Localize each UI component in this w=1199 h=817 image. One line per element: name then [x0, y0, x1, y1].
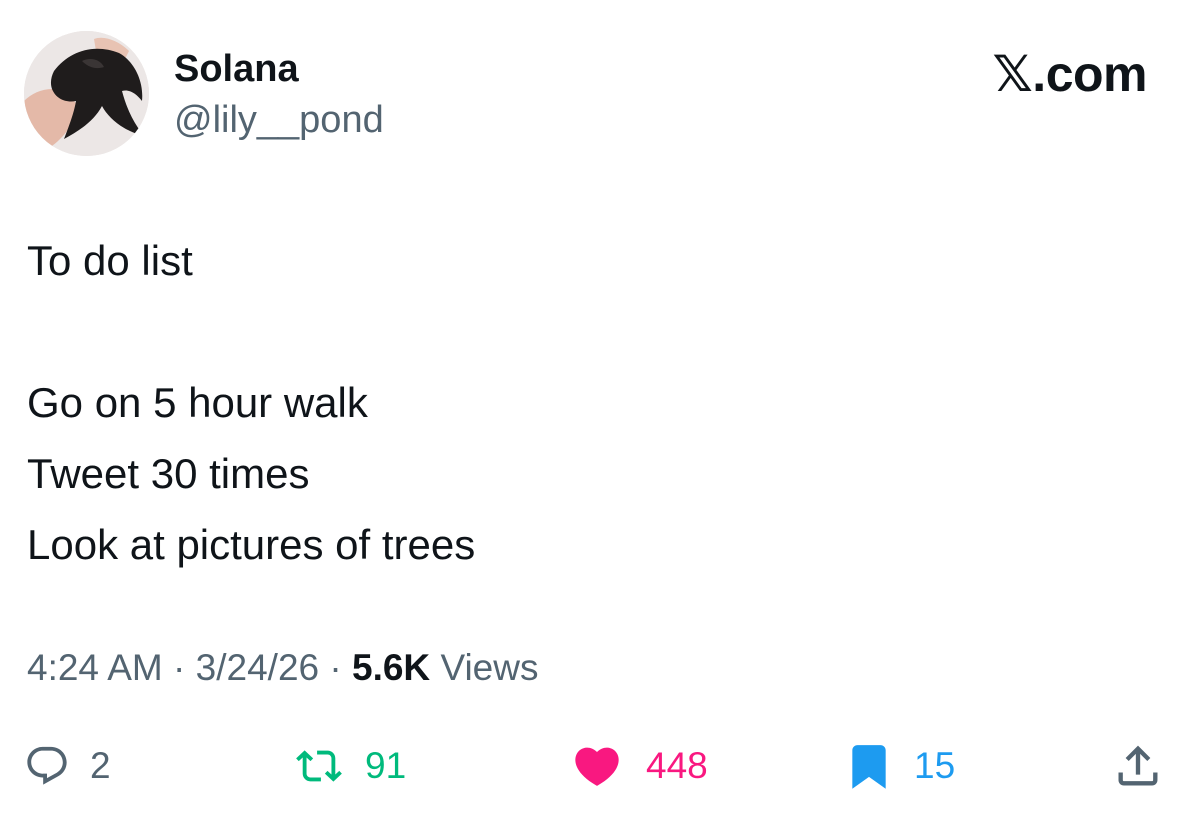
tweet-line: To do list [27, 237, 193, 284]
share-icon [1118, 745, 1158, 786]
tweet-date[interactable]: 3/24/26 [196, 647, 319, 688]
share-button[interactable] [1112, 735, 1164, 797]
tweet-line [27, 296, 475, 367]
heart-icon [575, 747, 619, 786]
tweet-line: Look at pictures of trees [27, 521, 476, 568]
tweet-line: Tweet 30 times [27, 450, 310, 497]
like-button[interactable]: 448 [568, 735, 708, 797]
retweet-count: 91 [365, 745, 407, 786]
tweet-actions: 2 91 448 15 [0, 735, 1199, 797]
retweet-button[interactable]: 91 [293, 735, 406, 797]
bookmark-count: 15 [914, 745, 956, 786]
meta-separator: · [329, 647, 342, 688]
retweet-icon [296, 750, 342, 782]
tweet-text: To do list Go on 5 hour walk Tweet 30 ti… [27, 225, 475, 580]
tweet-line: Go on 5 hour walk [27, 379, 368, 426]
bookmark-button[interactable]: 15 [844, 735, 955, 797]
x-com-logo: 𝕏.com [993, 46, 1148, 102]
x-logo-icon: 𝕏 [992, 45, 1033, 103]
bookmark-icon [852, 745, 886, 789]
bird-avatar-icon [24, 31, 149, 156]
tweet-time[interactable]: 4:24 AM [27, 647, 163, 688]
author-handle[interactable]: @lily__pond [174, 97, 384, 143]
like-count: 448 [646, 745, 708, 786]
reply-count: 2 [90, 745, 111, 786]
brand-domain: .com [1032, 46, 1147, 102]
reply-button[interactable]: 2 [24, 735, 111, 797]
tweet-meta: 4:24 AM · 3/24/26 · 5.6K Views [27, 644, 538, 692]
reply-icon [27, 746, 67, 785]
meta-separator: · [173, 647, 186, 688]
author-display-name[interactable]: Solana [174, 46, 299, 92]
views-label: Views [440, 647, 539, 688]
views-count: 5.6K [352, 647, 431, 688]
avatar[interactable] [24, 31, 149, 156]
